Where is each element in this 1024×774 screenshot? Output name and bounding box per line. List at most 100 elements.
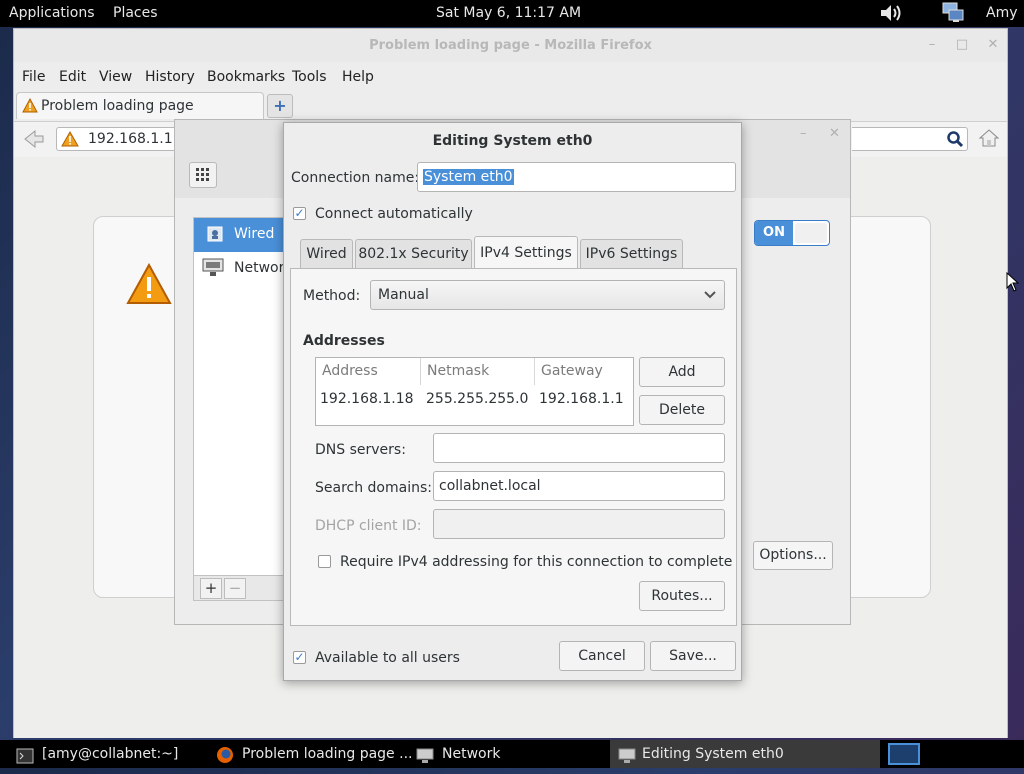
- dhcp-client-id-label: DHCP client ID:: [315, 518, 422, 534]
- clock[interactable]: Sat May 6, 11:17 AM: [436, 5, 581, 21]
- dns-servers-label: DNS servers:: [315, 442, 406, 458]
- edit-connection-dialog: Editing System eth0 Connection name: Sys…: [283, 122, 742, 681]
- connection-name-label: Connection name:: [291, 170, 420, 186]
- ipv4-settings-panel: Method: Manual Addresses Address Netmask…: [290, 268, 737, 626]
- url-text: 192.168.1.1: [88, 131, 173, 147]
- close-icon[interactable]: ✕: [829, 126, 840, 141]
- menu-file[interactable]: File: [22, 69, 45, 85]
- routes-button[interactable]: Routes...: [639, 581, 725, 611]
- task-label: [amy@collabnet:~]: [42, 746, 179, 762]
- warning-icon: [126, 262, 172, 309]
- cancel-button[interactable]: Cancel: [559, 641, 645, 671]
- network-icon: [618, 746, 636, 774]
- search-bar[interactable]: [852, 127, 968, 151]
- firefox-tabbar: Problem loading page +: [14, 92, 1007, 120]
- new-tab-button[interactable]: +: [267, 94, 293, 118]
- minimize-icon[interactable]: –: [800, 126, 807, 141]
- dialog-title: Editing System eth0: [432, 133, 593, 149]
- remove-device-button[interactable]: −: [224, 578, 246, 599]
- bottom-taskbar: [amy@collabnet:~] Problem loading page .…: [0, 740, 1024, 768]
- firefox-menubar: File Edit View History Bookmarks Tools H…: [14, 65, 1007, 89]
- method-label: Method:: [303, 288, 361, 304]
- menu-help[interactable]: Help: [342, 69, 374, 85]
- browser-tab-title: Problem loading page: [41, 98, 194, 114]
- dns-servers-field[interactable]: [433, 433, 725, 463]
- options-button[interactable]: Options...: [753, 541, 833, 570]
- firefox-window-title: Problem loading page - Mozilla Firefox: [369, 38, 652, 53]
- menu-tools[interactable]: Tools: [292, 69, 327, 85]
- menu-history[interactable]: History: [145, 69, 195, 85]
- require-ipv4-checkbox[interactable]: [318, 555, 331, 568]
- terminal-icon: [16, 746, 34, 774]
- addresses-table[interactable]: Address Netmask Gateway 192.168.1.18 255…: [315, 357, 634, 426]
- maximize-icon[interactable]: □: [954, 37, 970, 52]
- device-list-toolbar: + −: [193, 575, 288, 601]
- require-ipv4-label: Require IPv4 addressing for this connect…: [340, 554, 733, 570]
- network-icon: [416, 746, 434, 774]
- back-arrow-icon[interactable]: [22, 128, 46, 154]
- menu-view[interactable]: View: [99, 69, 132, 85]
- device-item-wired[interactable]: Wired: [194, 218, 287, 252]
- column-header-address[interactable]: Address: [316, 358, 421, 385]
- tab-wired[interactable]: Wired: [300, 239, 353, 269]
- switch-on-label: ON: [755, 221, 793, 245]
- switch-knob: [795, 223, 827, 243]
- addresses-heading: Addresses: [303, 333, 385, 349]
- search-icon[interactable]: [946, 130, 964, 152]
- browser-tab[interactable]: Problem loading page: [16, 92, 264, 119]
- mouse-pointer-icon: [1006, 271, 1020, 296]
- column-header-gateway[interactable]: Gateway: [535, 358, 633, 385]
- minimize-icon[interactable]: –: [924, 37, 940, 52]
- task-label: Editing System eth0: [642, 746, 784, 762]
- task-label: Problem loading page ...: [242, 746, 413, 762]
- method-select[interactable]: Manual: [370, 280, 725, 310]
- menu-edit[interactable]: Edit: [59, 69, 86, 85]
- show-all-settings-button[interactable]: [189, 162, 217, 188]
- connection-name-value: System eth0: [423, 169, 514, 185]
- network-proxy-icon: [202, 258, 224, 282]
- warning-icon: [61, 130, 79, 151]
- menu-bookmarks[interactable]: Bookmarks: [207, 69, 285, 85]
- user-menu[interactable]: Amy: [986, 5, 1018, 21]
- url-bar[interactable]: 192.168.1.1: [56, 127, 176, 151]
- network-icon[interactable]: [940, 2, 966, 28]
- workspace-switcher[interactable]: [888, 743, 920, 765]
- firefox-icon: [216, 746, 234, 774]
- wired-toggle-switch[interactable]: ON: [754, 220, 830, 246]
- add-device-button[interactable]: +: [200, 578, 222, 599]
- add-address-button[interactable]: Add: [639, 357, 725, 387]
- close-icon[interactable]: ✕: [985, 37, 1001, 52]
- task-editing-system-eth0[interactable]: Editing System eth0: [610, 740, 880, 768]
- tab-ipv6-settings[interactable]: IPv6 Settings: [580, 239, 683, 269]
- applications-menu[interactable]: Applications: [9, 5, 95, 21]
- connect-automatically-label: Connect automatically: [315, 206, 473, 222]
- column-header-netmask[interactable]: Netmask: [421, 358, 535, 385]
- search-domains-field[interactable]: collabnet.local: [433, 471, 725, 501]
- address-cell[interactable]: 192.168.1.18: [316, 387, 414, 411]
- available-all-users-checkbox[interactable]: ✓: [293, 651, 306, 664]
- gateway-cell[interactable]: 192.168.1.1: [535, 387, 624, 411]
- places-menu[interactable]: Places: [113, 5, 158, 21]
- device-item-network[interactable]: Network: [194, 252, 292, 286]
- device-item-label: Wired: [234, 226, 275, 242]
- chevron-down-icon: [704, 287, 716, 305]
- save-button[interactable]: Save...: [650, 641, 736, 671]
- task-network[interactable]: Network: [416, 740, 601, 768]
- delete-address-button[interactable]: Delete: [639, 395, 725, 425]
- top-panel: Applications Places Sat May 6, 11:17 AM …: [0, 0, 1024, 27]
- search-domains-label: Search domains:: [315, 480, 432, 496]
- connect-automatically-checkbox[interactable]: ✓: [293, 207, 306, 220]
- method-value: Manual: [378, 287, 429, 303]
- netmask-cell[interactable]: 255.255.255.0: [422, 387, 528, 411]
- grid-icon: [196, 168, 209, 181]
- tab-8021x-security[interactable]: 802.1x Security: [355, 239, 472, 269]
- available-all-users-label: Available to all users: [315, 650, 460, 666]
- home-icon[interactable]: [978, 128, 1000, 152]
- dhcp-client-id-field[interactable]: [433, 509, 725, 539]
- firefox-titlebar[interactable]: Problem loading page - Mozilla Firefox –…: [14, 29, 1007, 62]
- volume-icon[interactable]: [879, 3, 903, 27]
- connection-name-field[interactable]: System eth0: [417, 162, 736, 192]
- task-firefox[interactable]: Problem loading page ...: [216, 740, 412, 768]
- task-terminal[interactable]: [amy@collabnet:~]: [16, 740, 202, 768]
- tab-ipv4-settings[interactable]: IPv4 Settings: [474, 236, 578, 269]
